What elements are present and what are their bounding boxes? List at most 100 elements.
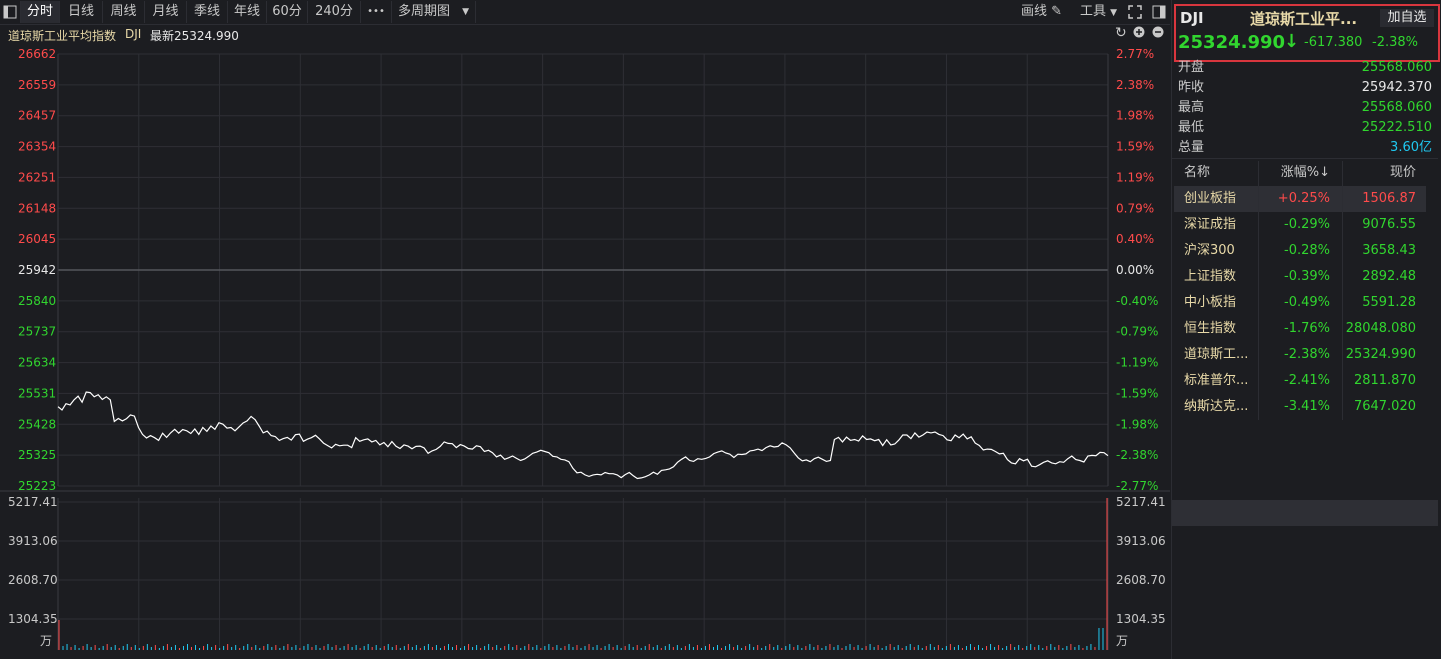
rank-pct: -0.28% [1284,243,1330,258]
rank-row[interactable]: 中小板指 -0.49% 5591.28 [1174,290,1426,316]
stat-value: 25568.060 [1361,60,1432,75]
tab-quarterly[interactable]: 季线 [187,1,228,23]
add-to-watchlist-button[interactable]: 加自选 [1380,9,1434,27]
stat-row: 开盘 25568.060 [1178,58,1432,78]
stat-label: 开盘 [1178,60,1205,75]
tab-daily[interactable]: 日线 [60,1,103,23]
y-pct-tick-label: 0.79% [1116,201,1154,215]
col-name-header[interactable]: 名称 [1184,161,1210,185]
divider [1172,158,1438,159]
multi-period-dropdown[interactable]: 多周期图 ▼ [392,1,476,23]
quote-change-pct: -2.38% [1372,35,1418,50]
y-pct-tick-label: -1.59% [1116,386,1158,400]
y-tick-label: 26251 [18,170,56,184]
y-tick-label: 25737 [18,325,56,339]
rank-pct: -1.76% [1284,321,1330,336]
rank-row[interactable]: 纳斯达克... -3.41% 7647.020 [1174,394,1426,420]
chevron-down-icon: ▼ [1110,8,1118,18]
rank-name: 创业板指 [1184,191,1237,206]
vol-tick-label: 3913.06 [8,534,58,548]
rank-price: 2811.870 [1353,373,1416,388]
rank-price: 2892.48 [1362,269,1416,284]
zoom-in-icon[interactable] [1133,26,1145,41]
vol-tick-label: 5217.41 [8,495,58,509]
side-panel-toggle-icon[interactable] [1152,1,1166,23]
chart-index-name: 道琼斯工业平均指数 [8,29,117,43]
panel-separator-bar [1172,500,1438,526]
y-pct-tick-label: -2.38% [1116,448,1158,462]
rank-price: 7647.020 [1353,399,1416,414]
vol-tick-label-right: 5217.41 [1116,495,1166,509]
rank-row[interactable]: 创业板指 +0.25% 1506.87 [1174,186,1426,212]
draw-line-button[interactable]: 画线 ✎ [1021,1,1062,23]
price-line [57,391,1109,480]
y-pct-tick-label: 1.59% [1116,140,1154,154]
intraday-price-chart[interactable]: 26662 2.77% 26559 2.38% 26457 1.98% 26354 1.59%… [0,45,1170,490]
stat-value: 25568.060 [1361,100,1432,115]
quote-side-panel: DJI 道琼斯工业平... 加自选 25324.990 ↓ -617.380 -… [1171,0,1441,659]
rank-name: 标准普尔... [1184,373,1249,388]
y-tick-label: 26662 [18,47,56,61]
stat-row: 昨收 25942.370 [1178,78,1432,98]
rank-table-header: 名称 涨幅%↓ 现价 [1174,161,1426,185]
rank-pct: -0.49% [1284,295,1330,310]
refresh-icon[interactable]: ↻ [1115,25,1127,41]
y-tick-label: 25840 [18,294,56,308]
y-pct-tick-label: 2.77% [1116,47,1154,61]
rank-row[interactable]: 上证指数 -0.39% 2892.48 [1174,264,1426,290]
tools-label: 工具 [1080,4,1107,19]
y-pct-tick-label: 2.38% [1116,78,1154,92]
stat-value: 3.60亿 [1390,140,1432,155]
volume-chart[interactable]: 5217.41 5217.41 3913.06 3913.06 2608.70 2608.… [0,490,1170,659]
rank-price: 5591.28 [1362,295,1416,310]
sidebar-toggle-icon[interactable] [0,1,21,23]
quote-price: 25324.990 [1178,32,1286,53]
rank-pct: -0.39% [1284,269,1330,284]
chart-index-code: DJI [125,27,142,41]
stat-row: 最高 25568.060 [1178,98,1432,118]
rank-row[interactable]: 道琼斯工... -2.38% 25324.990 [1174,342,1426,368]
y-pct-tick-label: 1.98% [1116,109,1154,123]
tab-240min[interactable]: 240分 [308,1,361,23]
rank-price: 25324.990 [1345,347,1416,362]
rank-row[interactable]: 沪深300 -0.28% 3658.43 [1174,238,1426,264]
tab-weekly[interactable]: 周线 [103,1,145,23]
tab-yearly[interactable]: 年线 [228,1,267,23]
vol-tick-label-right: 3913.06 [1116,534,1166,548]
stat-label: 最高 [1178,100,1205,115]
y-pct-tick-label: -0.40% [1116,294,1158,308]
y-tick-label: 26457 [18,109,56,123]
vol-tick-label: 1304.35 [8,612,58,626]
fullscreen-icon[interactable] [1128,1,1142,23]
stat-row: 总量 3.60亿 [1178,138,1432,158]
rank-name: 上证指数 [1184,269,1237,284]
y-pct-tick-label: -0.79% [1116,325,1158,339]
vol-tick-label: 2608.70 [8,573,58,587]
draw-line-label: 画线 [1021,4,1048,19]
rank-row[interactable]: 恒生指数 -1.76% 28048.080 [1174,316,1426,342]
rank-row[interactable]: 深证成指 -0.29% 9076.55 [1174,212,1426,238]
col-pct-header[interactable]: 涨幅%↓ [1281,161,1330,185]
y-pct-tick-label: 0.00% [1116,263,1154,277]
rank-price: 1506.87 [1362,191,1416,206]
tab-monthly[interactable]: 月线 [145,1,187,23]
more-periods-button[interactable]: ••• [361,1,392,23]
stat-label: 总量 [1178,140,1205,155]
tab-intraday[interactable]: 分时 [21,1,60,23]
col-price-header[interactable]: 现价 [1390,161,1416,185]
quote-summary-box: DJI 道琼斯工业平... 加自选 25324.990 ↓ -617.380 -… [1174,4,1440,62]
rank-name: 恒生指数 [1184,321,1237,336]
rank-name: 中小板指 [1184,295,1237,310]
rank-row[interactable]: 标准普尔... -2.41% 2811.870 [1174,368,1426,394]
rank-name: 深证成指 [1184,217,1237,232]
y-pct-tick-label: 1.19% [1116,170,1154,184]
zoom-out-icon[interactable] [1152,26,1164,41]
tools-menu-button[interactable]: 工具 ▼ [1080,1,1117,23]
y-tick-label: 26045 [18,232,56,246]
period-toolbar: 分时 日线 周线 月线 季线 年线 60分 240分 ••• 多周期图 ▼ 画线… [0,0,1170,25]
rank-pct: -0.29% [1284,217,1330,232]
rank-pct: -2.38% [1284,347,1330,362]
tab-60min[interactable]: 60分 [267,1,308,23]
rank-price: 9076.55 [1362,217,1416,232]
vol-unit-label-right: 万 [1116,634,1128,648]
